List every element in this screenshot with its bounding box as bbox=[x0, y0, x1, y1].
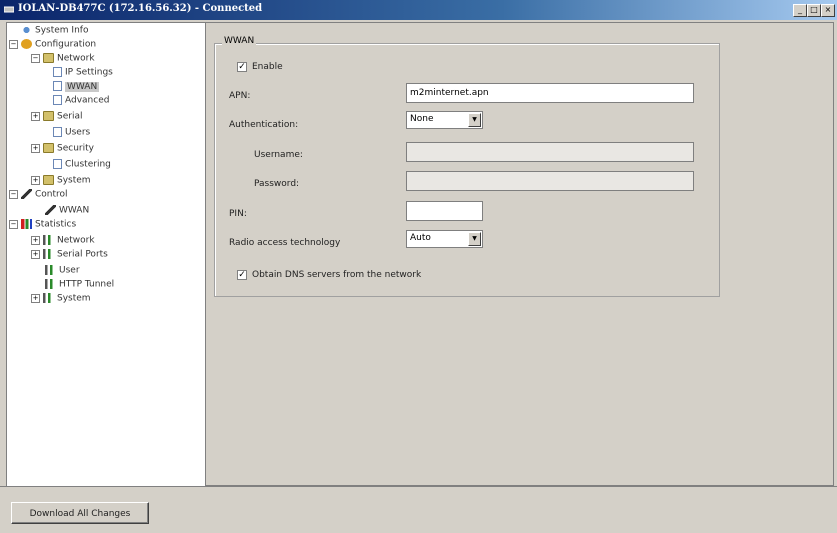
expand-toggle[interactable]: + bbox=[31, 235, 40, 245]
tree-item-system-info[interactable]: System Info bbox=[21, 25, 88, 39]
tree-item-serial[interactable]: + Serial bbox=[31, 111, 82, 125]
maximize-button[interactable]: □ bbox=[807, 4, 821, 17]
tree-item-network[interactable]: − Network bbox=[31, 53, 95, 67]
password-input[interactable] bbox=[406, 171, 694, 191]
tree-item-clustering[interactable]: Clustering bbox=[53, 159, 111, 173]
page-icon bbox=[53, 67, 62, 77]
wwan-group-box bbox=[214, 43, 720, 297]
download-all-changes-button[interactable]: Download All Changes bbox=[11, 502, 149, 524]
folder-icon bbox=[43, 53, 54, 63]
tree-item-wwan[interactable]: WWAN bbox=[53, 81, 100, 95]
authentication-value: None bbox=[410, 114, 434, 124]
tree-item-advanced[interactable]: Advanced bbox=[53, 95, 109, 109]
expand-toggle[interactable]: + bbox=[31, 111, 40, 121]
username-input[interactable] bbox=[406, 142, 694, 162]
obtain-dns-checkbox[interactable]: ✓ bbox=[237, 270, 247, 280]
dropdown-arrow-icon[interactable]: ▼ bbox=[468, 232, 481, 246]
password-label: Password: bbox=[254, 179, 300, 189]
expand-toggle[interactable]: + bbox=[31, 293, 40, 303]
obtain-dns-label: Obtain DNS servers from the network bbox=[252, 270, 422, 280]
app-icon bbox=[4, 6, 14, 13]
collapse-toggle[interactable]: − bbox=[9, 39, 18, 49]
tree-item-stats-system[interactable]: + System bbox=[31, 293, 91, 307]
system-info-icon bbox=[21, 25, 32, 35]
bar-chart-icon bbox=[43, 235, 54, 245]
page-icon bbox=[53, 95, 62, 105]
pin-input[interactable] bbox=[406, 201, 483, 221]
tree-item-stats-user[interactable]: User bbox=[45, 265, 80, 279]
collapse-toggle[interactable]: − bbox=[31, 53, 40, 63]
radio-access-technology-label: Radio access technology bbox=[229, 238, 341, 248]
collapse-toggle[interactable]: − bbox=[9, 219, 18, 229]
window-title: IOLAN-DB477C (172.16.56.32) - Connected bbox=[18, 3, 263, 14]
tree-item-stats-network[interactable]: + Network bbox=[31, 235, 95, 249]
tree-item-users[interactable]: Users bbox=[53, 127, 90, 141]
wrench-icon bbox=[21, 189, 32, 199]
pin-label: PIN: bbox=[229, 209, 247, 219]
page-icon bbox=[53, 159, 62, 169]
tree-item-control-wwan[interactable]: WWAN bbox=[45, 205, 89, 219]
tree-item-system[interactable]: + System bbox=[31, 175, 91, 189]
tree-item-security[interactable]: + Security bbox=[31, 143, 94, 157]
tree-item-stats-serial-ports[interactable]: + Serial Ports bbox=[31, 249, 108, 263]
tree-item-configuration[interactable]: − Configuration bbox=[9, 39, 96, 53]
title-bar: IOLAN-DB477C (172.16.56.32) - Connected … bbox=[0, 0, 837, 20]
bar-chart-icon bbox=[45, 279, 56, 289]
expand-toggle[interactable]: + bbox=[31, 143, 40, 153]
username-label: Username: bbox=[254, 150, 303, 160]
bar-chart-icon bbox=[43, 249, 54, 259]
enable-checkbox[interactable]: ✓ bbox=[237, 62, 247, 72]
tree-item-control[interactable]: − Control bbox=[9, 189, 68, 203]
authentication-label: Authentication: bbox=[229, 120, 299, 130]
bar-chart-icon bbox=[21, 219, 32, 229]
folder-icon bbox=[43, 143, 54, 153]
page-icon bbox=[53, 127, 62, 137]
dropdown-arrow-icon[interactable]: ▼ bbox=[468, 113, 481, 127]
bar-chart-icon bbox=[45, 265, 56, 275]
tree-item-ip-settings[interactable]: IP Settings bbox=[53, 67, 113, 81]
folder-icon bbox=[43, 175, 54, 185]
tree-item-statistics[interactable]: − Statistics bbox=[9, 219, 76, 233]
close-button[interactable]: × bbox=[821, 4, 835, 17]
apn-input[interactable] bbox=[406, 83, 694, 103]
radio-access-technology-value: Auto bbox=[410, 233, 431, 243]
wrench-icon bbox=[45, 205, 56, 215]
apn-label: APN: bbox=[229, 91, 251, 101]
configuration-icon bbox=[21, 39, 32, 49]
page-icon bbox=[53, 81, 62, 91]
radio-access-technology-select[interactable]: Auto ▼ bbox=[406, 230, 483, 248]
navigation-tree[interactable]: System Info − Configuration − Network IP S… bbox=[6, 22, 206, 488]
folder-icon bbox=[43, 111, 54, 121]
expand-toggle[interactable]: + bbox=[31, 249, 40, 259]
enable-label: Enable bbox=[252, 62, 283, 72]
collapse-toggle[interactable]: − bbox=[9, 189, 18, 199]
authentication-select[interactable]: None ▼ bbox=[406, 111, 483, 129]
bar-chart-icon bbox=[43, 293, 54, 303]
expand-toggle[interactable]: + bbox=[31, 175, 40, 185]
group-title: WWAN bbox=[222, 36, 257, 46]
minimize-button[interactable]: _ bbox=[793, 4, 807, 17]
tree-item-stats-http-tunnel[interactable]: HTTP Tunnel bbox=[45, 279, 114, 293]
